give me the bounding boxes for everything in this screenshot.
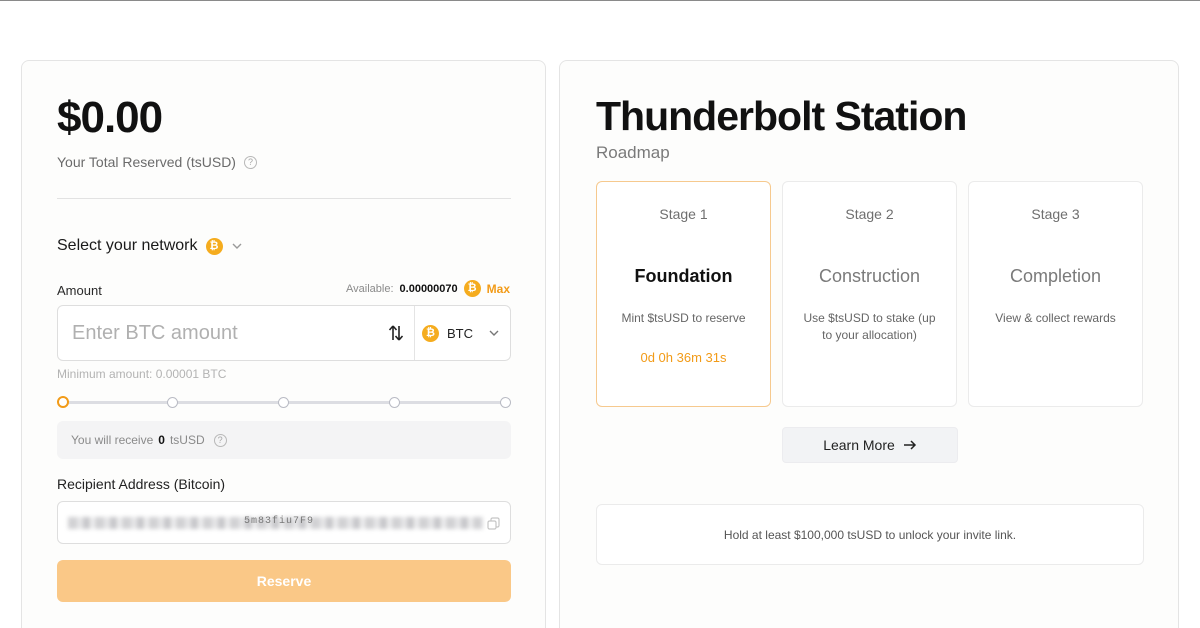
bitcoin-icon: ₿ (422, 324, 439, 342)
amount-field: ₿ BTC (57, 305, 511, 361)
recipient-address-field[interactable]: 5m83fiu7F9 (57, 501, 511, 544)
currency-label: BTC (447, 325, 473, 341)
stage-countdown: 0d 0h 36m 31s (640, 350, 727, 365)
stage-number: Stage 3 (1031, 206, 1080, 222)
invite-text: Hold at least $100,000 tsUSD to unlock y… (723, 527, 1017, 542)
slider-knob-50[interactable] (278, 397, 289, 408)
bitcoin-icon: ₿ (463, 280, 481, 297)
arrow-right-icon (903, 440, 916, 450)
total-reserved-value: $0.00 (57, 93, 163, 142)
invite-notice: Hold at least $100,000 tsUSD to unlock y… (596, 504, 1144, 565)
stage-card-1: Stage 1 Foundation Mint $tsUSD to reserv… (596, 181, 771, 407)
stage-card-3: Stage 3 Completion View & collect reward… (968, 181, 1143, 407)
amount-slider[interactable] (57, 396, 511, 410)
receive-summary: You will receive 0 tsUSD ? (57, 421, 511, 459)
bitcoin-icon: ₿ (205, 237, 223, 255)
slider-knob-100[interactable] (500, 397, 511, 408)
station-panel: Thunderbolt Station Roadmap Stage 1 Foun… (559, 60, 1179, 628)
max-button[interactable]: Max (487, 282, 510, 296)
help-icon[interactable]: ? (243, 155, 257, 169)
currency-selector[interactable]: ₿ BTC (422, 306, 510, 360)
total-reserved-label: Your Total Reserved (tsUSD) ? (57, 154, 257, 170)
minimum-amount-text: Minimum amount: 0.00001 BTC (57, 367, 227, 381)
network-selector[interactable]: Select your network ₿ (57, 237, 243, 255)
total-reserved-label-text: Your Total Reserved (tsUSD) (57, 154, 236, 170)
stage-description: Use $tsUSD to stake (up to your allocati… (803, 311, 936, 342)
selector-divider (414, 306, 415, 360)
receive-unit: tsUSD (169, 433, 205, 447)
stage-description: View & collect rewards (995, 311, 1116, 325)
stage-number: Stage 2 (845, 206, 894, 222)
stage-name: Foundation (634, 266, 733, 286)
slider-knob-75[interactable] (389, 397, 400, 408)
amount-label: Amount (57, 283, 102, 298)
help-icon[interactable]: ? (213, 433, 227, 447)
stage-name: Construction (818, 266, 921, 286)
reserve-button[interactable]: Reserve (57, 560, 511, 602)
chevron-down-icon (232, 243, 242, 249)
receive-amount: 0 (158, 433, 165, 447)
divider (57, 198, 511, 199)
page-title: Thunderbolt Station (596, 93, 967, 139)
reserve-panel: $0.00 Your Total Reserved (tsUSD) ? Sele… (21, 60, 546, 628)
copy-icon[interactable] (487, 517, 500, 530)
learn-more-label: Learn More (823, 437, 895, 453)
stage-card-2: Stage 2 Construction Use $tsUSD to stake… (782, 181, 957, 407)
chevron-down-icon (489, 330, 499, 336)
stage-number: Stage 1 (659, 206, 708, 222)
network-label: Select your network (57, 237, 198, 254)
stage-name: Completion (1009, 266, 1102, 286)
amount-input[interactable] (72, 306, 372, 360)
stage-description: Mint $tsUSD to reserve (621, 311, 746, 325)
available-label: Available: (346, 282, 394, 295)
available-balance: Available: 0.00000070 ₿ Max (346, 280, 510, 297)
top-border (0, 0, 1200, 1)
learn-more-button[interactable]: Learn More (782, 427, 958, 463)
recipient-label: Recipient Address (Bitcoin) (57, 476, 226, 492)
slider-knob-25[interactable] (167, 397, 178, 408)
available-value: 0.00000070 (399, 282, 458, 295)
swap-icon[interactable] (387, 323, 405, 343)
slider-knob-0[interactable] (57, 396, 69, 408)
roadmap-subtitle: Roadmap (596, 143, 670, 162)
address-fragment: 5m83fiu7F9 (244, 516, 315, 527)
receive-prefix: You will receive (71, 433, 154, 447)
